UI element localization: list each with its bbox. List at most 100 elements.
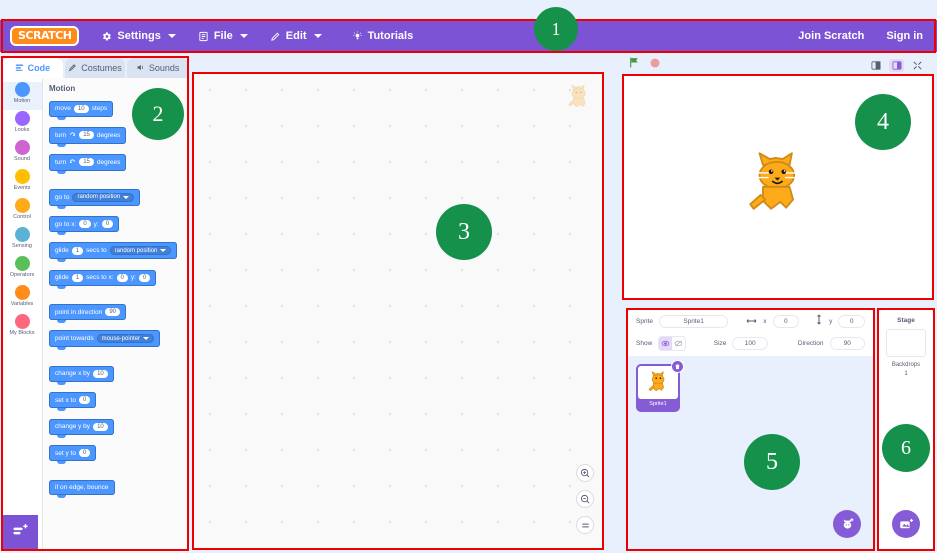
block-number-input[interactable]: 0	[116, 273, 128, 282]
large-stage-button[interactable]	[889, 58, 904, 72]
large-stage-icon	[892, 60, 901, 70]
block-text: steps	[91, 105, 108, 112]
block-number-input[interactable]: 0	[101, 220, 114, 228]
block-dropdown[interactable]: random position	[109, 246, 172, 255]
category-color-dot	[14, 256, 30, 271]
code-icon	[15, 63, 24, 74]
block-number-input[interactable]: 1	[71, 273, 84, 282]
stage-sprite-cat[interactable]	[741, 148, 815, 227]
small-stage-button[interactable]	[868, 59, 883, 72]
block-go-to[interactable]: go to random position	[49, 188, 141, 209]
size-label: Size	[713, 339, 727, 347]
category-label: Motion	[13, 98, 31, 104]
zoom-in-icon	[580, 468, 589, 477]
show-toggle[interactable]	[658, 335, 686, 351]
zoom-reset-button[interactable]	[576, 516, 594, 534]
block-set-x-to[interactable]: set x to 0	[49, 392, 97, 411]
palette-block-row: glide 1 secs to x: 0 y: 0	[43, 266, 188, 293]
block-list[interactable]: Motion move 10 steps turn 15 degrees turn 15 deg…	[42, 78, 188, 551]
category-list: Motion Looks Sound Events Control Sensing Oper…	[2, 78, 42, 551]
add-sprite-button[interactable]	[833, 510, 861, 538]
fullscreen-button[interactable]	[910, 59, 925, 72]
direction-input[interactable]: 90	[829, 336, 866, 350]
zoom-reset-icon	[581, 523, 589, 527]
show-visible-button[interactable]	[659, 336, 673, 350]
category-sound[interactable]: Sound	[2, 140, 42, 168]
block-set-y-to[interactable]: set y to 0	[49, 445, 97, 464]
block-point-towards[interactable]: point towards mouse-pointer	[49, 330, 161, 350]
zoom-in-button[interactable]	[576, 464, 594, 482]
block-number-input[interactable]: 0	[79, 220, 91, 228]
speaker-icon	[136, 63, 145, 74]
category-variables[interactable]: Variables	[2, 285, 42, 313]
block-point-in-direction[interactable]: point in direction 90	[49, 304, 127, 323]
tab-sounds-label: Sounds	[148, 63, 180, 73]
block-move-steps[interactable]: move 10 steps	[49, 100, 114, 120]
stage-panel-title: Stage	[897, 317, 915, 324]
fullscreen-icon	[913, 60, 922, 70]
zoom-out-button[interactable]	[576, 490, 594, 508]
block-change-y-by[interactable]: change y by 10	[49, 418, 114, 438]
category-my-blocks[interactable]: My Blocks	[2, 314, 42, 342]
block-if-on-edge-bounce[interactable]: if on edge, bounce	[49, 480, 115, 498]
block-number-input[interactable]: 90	[105, 308, 121, 316]
green-flag-button[interactable]	[628, 56, 641, 74]
menu-item-settings-label: Settings	[117, 30, 161, 42]
add-sprite-icon	[843, 517, 853, 529]
block-change-x-by[interactable]: change x by 10	[49, 365, 114, 385]
sign-in-link[interactable]: Sign in	[886, 30, 923, 42]
join-scratch-link[interactable]: Join Scratch	[798, 30, 864, 42]
block-go-to-xy[interactable]: go to x: 0 y: 0	[49, 216, 120, 235]
category-sensing[interactable]: Sensing	[2, 227, 42, 255]
menu-item-tutorials[interactable]: Tutorials	[352, 30, 413, 42]
category-color-dot	[14, 111, 30, 126]
block-glide-to[interactable]: glide 1 secs to random position	[49, 242, 178, 262]
block-number-input[interactable]: 0	[138, 273, 151, 282]
add-extension-button[interactable]	[2, 515, 38, 551]
block-number-input[interactable]: 15	[79, 158, 94, 166]
menu-item-settings[interactable]: Settings	[101, 30, 176, 42]
block-turn-left[interactable]: turn 15 degrees	[49, 153, 127, 174]
sprite-name-input[interactable]: Sprite1	[658, 314, 729, 328]
block-number-input[interactable]: 10	[93, 422, 108, 431]
y-value-input[interactable]: 0	[838, 314, 865, 328]
x-value-input[interactable]: 0	[772, 314, 800, 328]
size-input[interactable]: 100	[732, 336, 768, 350]
stop-button[interactable]	[649, 56, 661, 74]
block-dropdown[interactable]: random position	[72, 192, 135, 202]
block-number-input[interactable]: 10	[73, 104, 89, 113]
block-number-input[interactable]: 10	[93, 369, 108, 378]
stage-controls-bar	[620, 56, 937, 74]
category-color-dot	[14, 285, 30, 300]
add-backdrop-button[interactable]	[892, 510, 920, 538]
block-number-input[interactable]: 15	[79, 131, 94, 139]
block-number-input[interactable]: 0	[78, 449, 91, 457]
menu-item-edit[interactable]: Edit	[270, 30, 322, 42]
category-control[interactable]: Control	[2, 198, 42, 226]
block-text: y:	[93, 220, 99, 228]
category-motion[interactable]: Motion	[2, 82, 42, 110]
backdrop-thumbnail[interactable]	[886, 329, 926, 357]
block-palette-panel: Motion Looks Sound Events Control Sensing Oper…	[2, 78, 188, 551]
category-looks[interactable]: Looks	[2, 111, 42, 139]
menu-item-file[interactable]: File	[198, 30, 248, 42]
delete-sprite-button[interactable]	[671, 360, 684, 373]
tab-costumes[interactable]: Costumes	[64, 58, 126, 78]
block-turn-right[interactable]: turn 15 degrees	[49, 126, 127, 147]
code-workspace[interactable]	[192, 72, 604, 550]
block-number-input[interactable]: 1	[71, 246, 84, 255]
scratch-logo[interactable]: SCRATCH	[10, 26, 80, 46]
block-glide-to-xy[interactable]: glide 1 secs to x: 0 y: 0	[49, 269, 157, 289]
category-label: Operators	[9, 272, 35, 278]
block-number-input[interactable]: 0	[78, 396, 91, 404]
category-operators[interactable]: Operators	[2, 256, 42, 284]
tab-code[interactable]: Code	[2, 58, 63, 78]
category-events[interactable]: Events	[2, 169, 42, 197]
sprite-card-sprite1[interactable]: Sprite1	[636, 360, 684, 412]
tab-sounds[interactable]: Sounds	[127, 58, 189, 78]
block-dropdown[interactable]: mouse-pointer	[96, 334, 155, 343]
block-text: turn	[55, 131, 67, 139]
x-label: x	[763, 317, 767, 325]
show-hidden-button[interactable]	[672, 337, 685, 350]
stop-icon	[650, 58, 660, 68]
